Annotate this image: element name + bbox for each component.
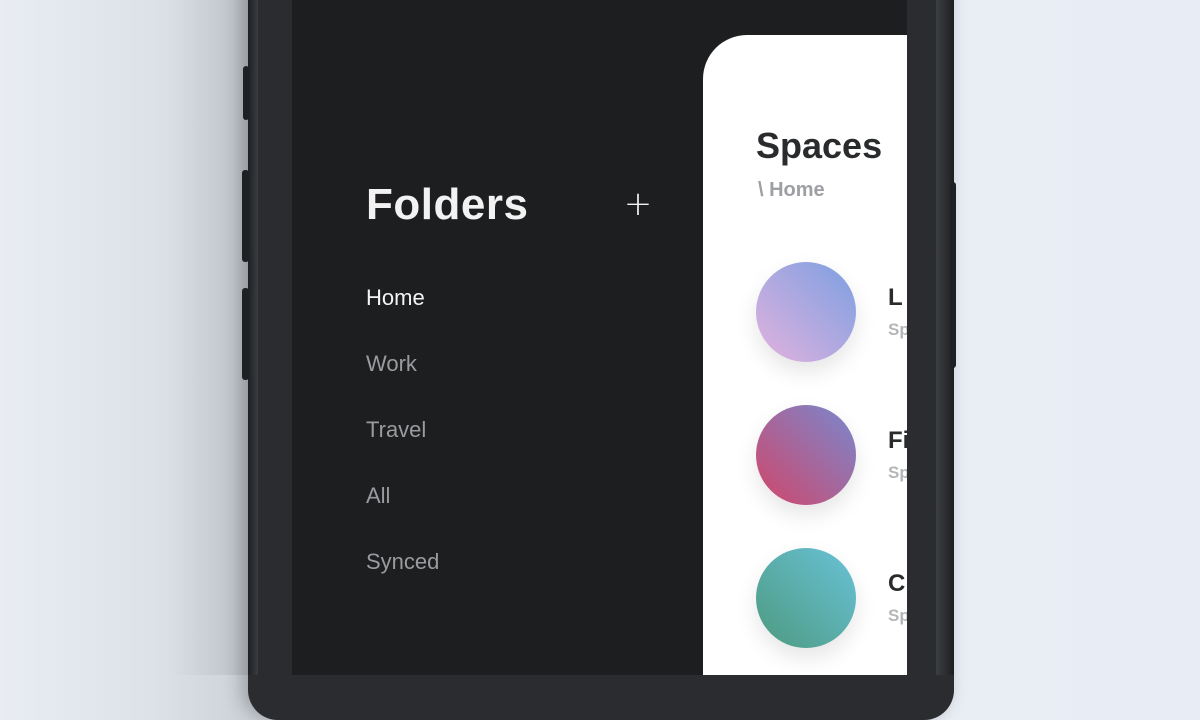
add-folder-button[interactable]: + [622, 186, 654, 222]
sidebar-item-home[interactable]: Home [366, 285, 425, 311]
space-name: Fi [888, 427, 907, 454]
app-screen: Folders + Home Work Travel All Synced Sp… [292, 0, 907, 675]
space-subtitle: Sp [888, 606, 907, 625]
space-item[interactable]: Fi Sp [756, 405, 907, 505]
sidebar-item-work[interactable]: Work [366, 351, 417, 377]
volume-up-button [242, 170, 249, 262]
space-subtitle: Sp [888, 320, 907, 339]
space-avatar [756, 548, 856, 648]
space-name: L [888, 284, 903, 311]
space-item[interactable]: L Sp [756, 262, 907, 362]
breadcrumb: \ Home [758, 179, 825, 201]
sidebar-item-all[interactable]: All [366, 483, 390, 509]
volume-down-button [242, 288, 249, 380]
spaces-title: Spaces [756, 125, 883, 166]
folders-title: Folders [366, 180, 529, 229]
space-name: C [888, 570, 906, 597]
phone-edge-left [248, 0, 258, 675]
sidebar-item-synced[interactable]: Synced [366, 549, 439, 575]
space-item[interactable]: C Sp [756, 548, 907, 648]
mute-switch [243, 66, 249, 120]
power-button [950, 182, 956, 368]
space-avatar [756, 405, 856, 505]
space-subtitle: Sp [888, 463, 907, 482]
space-avatar [756, 262, 856, 362]
sidebar-item-travel[interactable]: Travel [366, 417, 426, 443]
spaces-panel: Spaces \ Home L Sp Fi Sp C Sp [703, 35, 907, 675]
